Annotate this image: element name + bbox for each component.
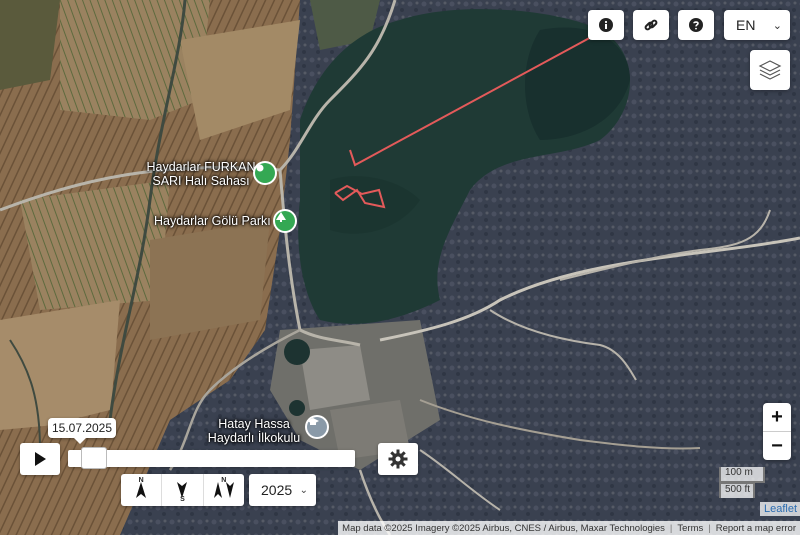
help-button[interactable] bbox=[678, 10, 714, 40]
north-label: N bbox=[138, 477, 144, 484]
school-pin-icon[interactable] bbox=[307, 417, 327, 437]
timeline-slider[interactable] bbox=[68, 447, 355, 469]
link-icon bbox=[644, 19, 658, 31]
place-label-line: SARI Halı Sahası bbox=[152, 174, 250, 188]
orbit-direction-toggle[interactable]: N S N bbox=[121, 474, 244, 506]
zoom-in-button[interactable]: + bbox=[763, 403, 791, 431]
map-data-credit: Map data ©2025 Imagery ©2025 Airbus, CNE… bbox=[342, 522, 665, 534]
place-label-line: Haydarlar FURKAN bbox=[146, 160, 256, 174]
map-attribution: Map data ©2025 Imagery ©2025 Airbus, CNE… bbox=[338, 521, 800, 535]
chevron-down-icon: ⌄ bbox=[772, 19, 782, 32]
tree-pin-icon[interactable] bbox=[275, 211, 295, 231]
place-label-school[interactable]: Hatay Hassa Haydarlı İlkokulu bbox=[202, 417, 306, 445]
chevron-down-icon: ⌄ bbox=[299, 484, 308, 496]
play-button[interactable] bbox=[20, 443, 60, 475]
place-label-line: Hatay Hassa bbox=[218, 417, 290, 431]
zoom-control: + − bbox=[763, 403, 791, 460]
orbit-both-button[interactable]: N bbox=[202, 474, 244, 506]
layers-icon bbox=[758, 60, 782, 80]
place-label-line: Haydarlı İlkokulu bbox=[207, 431, 301, 445]
layers-button[interactable] bbox=[750, 50, 790, 90]
language-value: EN bbox=[736, 17, 756, 33]
sports-pin-icon[interactable] bbox=[255, 163, 275, 183]
year-value: 2025 bbox=[261, 482, 293, 498]
info-button[interactable] bbox=[588, 10, 624, 40]
south-label: S bbox=[180, 496, 185, 503]
orbit-north-button[interactable]: N bbox=[121, 474, 161, 506]
play-icon bbox=[35, 452, 46, 466]
gear-icon bbox=[388, 449, 408, 469]
leaflet-link[interactable]: Leaflet bbox=[760, 502, 800, 516]
timeline-slider-handle[interactable] bbox=[81, 447, 107, 469]
terms-link[interactable]: Terms bbox=[677, 523, 703, 534]
year-select[interactable]: 2025 ⌄ bbox=[249, 474, 316, 506]
settings-button[interactable] bbox=[378, 443, 418, 475]
info-circle-icon bbox=[599, 18, 613, 32]
scale-imperial: 500 ft bbox=[719, 482, 755, 498]
orbit-south-button[interactable]: S bbox=[161, 474, 202, 506]
date-tooltip: 15.07.2025 bbox=[48, 418, 116, 444]
place-label-halisaha[interactable]: Haydarlar FURKAN SARI Halı Sahası bbox=[142, 160, 260, 188]
question-circle-icon bbox=[689, 18, 703, 32]
report-error-link[interactable]: Report a map error bbox=[716, 523, 796, 534]
north-label: N bbox=[221, 477, 227, 484]
share-link-button[interactable] bbox=[633, 10, 669, 40]
language-select[interactable]: EN ⌄ bbox=[724, 10, 790, 40]
scale-metric: 100 m bbox=[719, 467, 765, 483]
place-label-park[interactable]: Haydarlar Gölü Parkı bbox=[154, 214, 274, 228]
zoom-out-button[interactable]: − bbox=[763, 431, 791, 460]
